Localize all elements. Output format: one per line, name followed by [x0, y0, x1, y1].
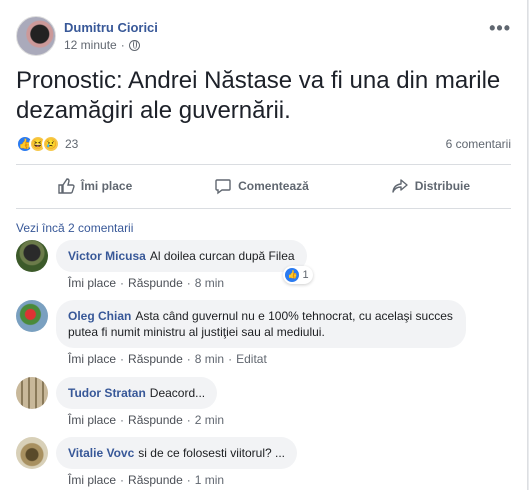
comment-text: Deacord...: [149, 386, 206, 400]
thumbs-up-icon: 👍: [285, 268, 300, 282]
comment-bubble: Tudor Stratan Deacord...: [56, 377, 218, 409]
comment-icon: [215, 179, 231, 195]
comment-edited-label[interactable]: Editat: [236, 352, 267, 366]
comment-like-link[interactable]: Îmi place: [68, 276, 116, 290]
comment-actions: Îmi place · Răspunde · 8 min: [68, 276, 225, 290]
comment-time[interactable]: 8 min: [195, 276, 224, 290]
comment-like-link[interactable]: Îmi place: [68, 413, 116, 427]
sad-reaction-icon: 😢: [42, 135, 60, 153]
post-stats: 👍 😆 😢 23 6 comentarii: [16, 134, 511, 154]
comment: Vitalie Vovc si de ce folosesti viitorul?…: [16, 437, 297, 487]
comment-bubble: Victor Micusa Al doilea curcan după Filea…: [56, 240, 313, 284]
comment-button-label: Comentează: [238, 179, 309, 193]
dot-separator: ·: [120, 38, 125, 52]
comment-like-link[interactable]: Îmi place: [68, 473, 116, 487]
commenter-avatar[interactable]: [16, 240, 48, 272]
commenter-avatar[interactable]: [16, 300, 48, 332]
post-time: 12 minute ·: [64, 38, 158, 52]
comment-text: si de ce folosesti viitorul? ...: [138, 446, 285, 460]
comment-count[interactable]: 6 comentarii: [446, 137, 511, 151]
commenter-name[interactable]: Vitalie Vovc: [68, 446, 134, 460]
comment-like-count: 1: [302, 269, 309, 281]
share-button[interactable]: Distribuie: [391, 177, 470, 195]
commenter-avatar[interactable]: [16, 437, 48, 469]
commenter-name[interactable]: Victor Micusa: [68, 249, 146, 263]
post-card: Dumitru Ciorici 12 minute · ••• Pronosti…: [0, 0, 528, 490]
comment-reply-link[interactable]: Răspunde: [128, 413, 183, 427]
comment: Victor Micusa Al doilea curcan după Filea…: [16, 240, 313, 290]
more-options-icon[interactable]: •••: [489, 18, 511, 39]
divider: [16, 208, 511, 209]
reaction-count: 23: [65, 137, 79, 151]
comment-reply-link[interactable]: Răspunde: [128, 276, 183, 290]
post-header: Dumitru Ciorici 12 minute ·: [16, 16, 158, 56]
action-bar: Îmi place Comentează Distribuie: [16, 170, 511, 202]
post-timestamp[interactable]: 12 minute: [64, 38, 117, 52]
comment-actions: Îmi place · Răspunde · 1 min: [68, 473, 225, 487]
comment-time[interactable]: 8 min: [195, 352, 224, 366]
like-button[interactable]: Îmi place: [57, 177, 132, 195]
view-more-comments-link[interactable]: Vezi încă 2 comentarii: [16, 221, 133, 235]
comment-button[interactable]: Comentează: [214, 177, 309, 195]
commenter-avatar[interactable]: [16, 377, 48, 409]
comment-actions: Îmi place · Răspunde · 2 min: [68, 413, 225, 427]
thumbs-up-icon: [58, 178, 75, 194]
comment-text: Al doilea curcan după Filea: [149, 249, 295, 263]
commenter-name[interactable]: Tudor Stratan: [68, 386, 146, 400]
comments-section: Vezi încă 2 comentarii Victor Micusa Al d…: [0, 212, 527, 490]
comment-time[interactable]: 1 min: [195, 473, 224, 487]
comment-actions: Îmi place · Răspunde · 8 min · Editat: [68, 352, 267, 366]
like-button-label: Îmi place: [80, 179, 133, 193]
author-name[interactable]: Dumitru Ciorici: [64, 20, 158, 35]
reactions-summary[interactable]: 👍 😆 😢 23: [16, 135, 78, 153]
commenter-name[interactable]: Oleg Chian: [68, 309, 131, 323]
comment-bubble: Oleg Chian Asta când guvernul nu e 100% t…: [56, 300, 466, 348]
share-icon: [391, 179, 408, 193]
post-text: Pronostic: Andrei Năstase va fi una din …: [16, 67, 501, 124]
comment-reply-link[interactable]: Răspunde: [128, 473, 183, 487]
share-button-label: Distribuie: [414, 179, 471, 193]
comment-like-link[interactable]: Îmi place: [68, 352, 116, 366]
divider: [16, 164, 511, 165]
comment-reaction-badge[interactable]: 👍 1: [283, 266, 313, 284]
globe-icon: [128, 39, 140, 51]
comment: Tudor Stratan Deacord... Îmi place · Răspun…: [16, 377, 224, 427]
comment-reply-link[interactable]: Răspunde: [128, 352, 183, 366]
comment: Oleg Chian Asta când guvernul nu e 100% t…: [16, 300, 466, 366]
author-avatar[interactable]: [16, 16, 56, 56]
comment-time[interactable]: 2 min: [195, 413, 224, 427]
comment-bubble: Vitalie Vovc si de ce folosesti viitorul?…: [56, 437, 297, 469]
